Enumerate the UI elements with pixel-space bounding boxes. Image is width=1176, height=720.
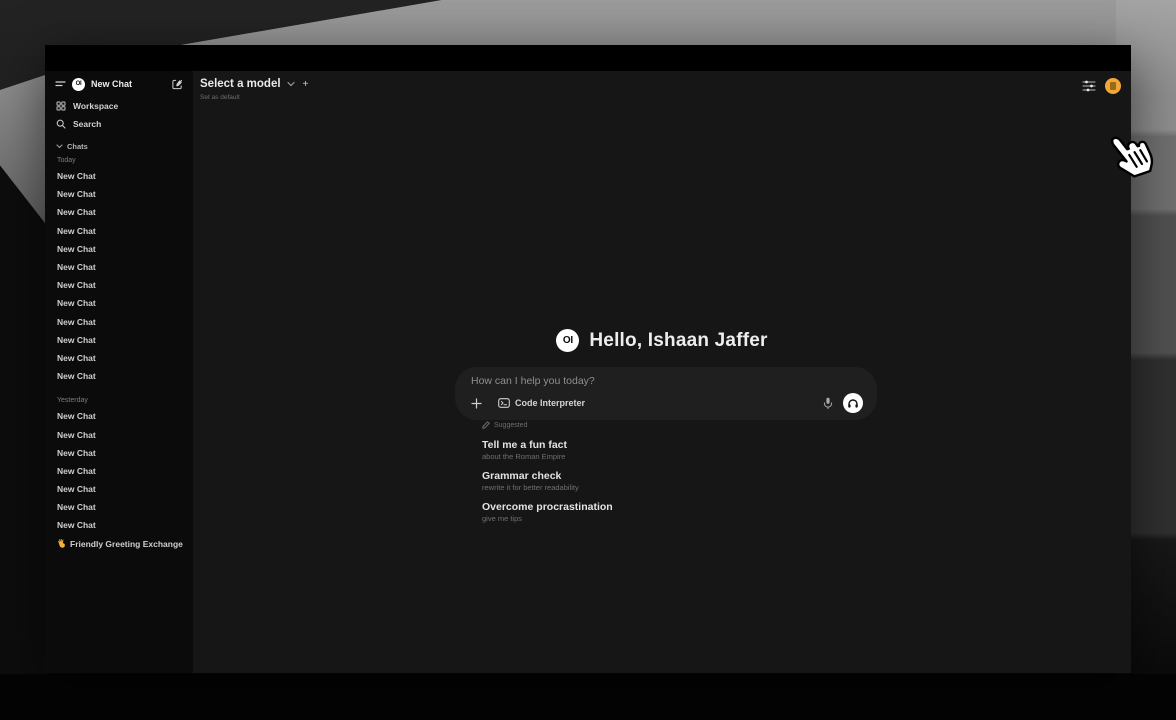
greeting-block: OI Hello, Ishaan Jaffer (193, 329, 1131, 352)
prompt-subtitle: give me tips (482, 514, 812, 524)
list-item[interactable]: New Chat (45, 222, 193, 240)
prompt-title: Tell me a fun fact (482, 439, 812, 452)
sidebar-header: OI New Chat (45, 71, 193, 97)
voice-call-button[interactable] (843, 393, 863, 413)
controls-sliders-icon[interactable] (1082, 80, 1096, 92)
model-selector-block: Select a model + Set as default (200, 78, 308, 101)
greeting-text: Hello, Ishaan Jaffer (589, 330, 767, 352)
headset-icon (847, 398, 859, 409)
sidebar-title: New Chat (91, 79, 166, 89)
chat-list-today: New ChatNew ChatNew ChatNew ChatNew Chat… (45, 167, 193, 385)
search-label: Search (73, 119, 101, 129)
window-top-strip (45, 45, 1131, 71)
wave-emoji-icon (57, 539, 66, 548)
list-item[interactable]: New Chat (45, 185, 193, 203)
desktop-background: OI New Chat Workspace Search (0, 0, 1176, 720)
suggested-prompt[interactable]: Overcome procrastination give me tips (482, 501, 812, 524)
chat-group-label-today: Today (45, 153, 193, 167)
model-selector[interactable]: Select a model + (200, 78, 308, 90)
chat-list-yesterday: New ChatNew ChatNew ChatNew ChatNew Chat… (45, 407, 193, 534)
list-item[interactable]: New Chat (45, 240, 193, 258)
list-item[interactable]: New Chat (45, 203, 193, 221)
prompt-subtitle: about the Roman Empire (482, 452, 812, 462)
list-item[interactable]: New Chat (45, 331, 193, 349)
main-area: Select a model + Set as default OI Hello… (193, 71, 1131, 673)
list-item[interactable]: New Chat (45, 313, 193, 331)
message-composer: Code Interpreter (455, 367, 877, 420)
chat-item-friendly-greeting[interactable]: Friendly Greeting Exchange (45, 535, 193, 553)
workspace-grid-icon (56, 101, 66, 111)
suggested-prompt[interactable]: Tell me a fun fact about the Roman Empir… (482, 439, 812, 462)
list-item[interactable]: New Chat (45, 444, 193, 462)
list-item[interactable]: New Chat (45, 407, 193, 425)
microphone-icon[interactable] (823, 397, 833, 410)
suggested-section: Suggested Tell me a fun fact about the R… (482, 419, 812, 524)
new-chat-icon[interactable] (172, 79, 183, 90)
sidebar-toggle-icon[interactable] (55, 80, 66, 89)
suggested-prompts: Tell me a fun fact about the Roman Empir… (482, 439, 812, 524)
list-item[interactable]: New Chat (45, 167, 193, 185)
topbar-right (1082, 78, 1121, 94)
code-interpreter-toggle[interactable]: Code Interpreter (498, 398, 585, 408)
model-selector-label: Select a model (200, 78, 281, 90)
open-webui-window: OI New Chat Workspace Search (45, 45, 1131, 673)
list-item[interactable]: New Chat (45, 480, 193, 498)
sidebar-item-workspace[interactable]: Workspace (45, 97, 193, 115)
chevron-down-icon (56, 144, 63, 149)
suggested-prompt[interactable]: Grammar check rewrite it for better read… (482, 470, 812, 493)
sidebar-item-search[interactable]: Search (45, 115, 193, 133)
list-item[interactable]: New Chat (45, 498, 193, 516)
attach-plus-icon[interactable] (471, 398, 482, 409)
set-as-default-button[interactable]: Set as default (200, 94, 308, 101)
suggested-label-row: Suggested (482, 419, 812, 431)
app-logo-large: OI (556, 329, 579, 352)
list-item[interactable]: New Chat (45, 516, 193, 534)
list-item[interactable]: New Chat (45, 462, 193, 480)
add-model-button[interactable]: + (303, 79, 309, 90)
list-item[interactable]: New Chat (45, 294, 193, 312)
sidebar: OI New Chat Workspace Search (45, 71, 193, 673)
prompt-title: Grammar check (482, 470, 812, 483)
search-icon (56, 119, 66, 129)
chevron-down-icon (287, 81, 295, 87)
chats-section-toggle[interactable]: Chats (45, 139, 193, 153)
chat-group-label-yesterday: Yesterday (45, 393, 193, 407)
message-input[interactable] (471, 375, 863, 390)
workspace-label: Workspace (73, 101, 118, 111)
pencil-spark-icon (482, 421, 490, 429)
prompt-subtitle: rewrite it for better readability (482, 483, 812, 493)
list-item[interactable]: New Chat (45, 258, 193, 276)
list-item[interactable]: New Chat (45, 276, 193, 294)
user-avatar[interactable] (1105, 78, 1121, 94)
list-item[interactable]: New Chat (45, 349, 193, 367)
wallpaper-bottom-band (0, 674, 1176, 720)
list-item[interactable]: New Chat (45, 425, 193, 443)
app-logo: OI (72, 78, 85, 91)
prompt-title: Overcome procrastination (482, 501, 812, 514)
code-interpreter-icon (498, 398, 510, 408)
composer-toolbar: Code Interpreter (471, 393, 863, 413)
wallpaper-left-dark (0, 130, 46, 720)
list-item[interactable]: New Chat (45, 367, 193, 385)
